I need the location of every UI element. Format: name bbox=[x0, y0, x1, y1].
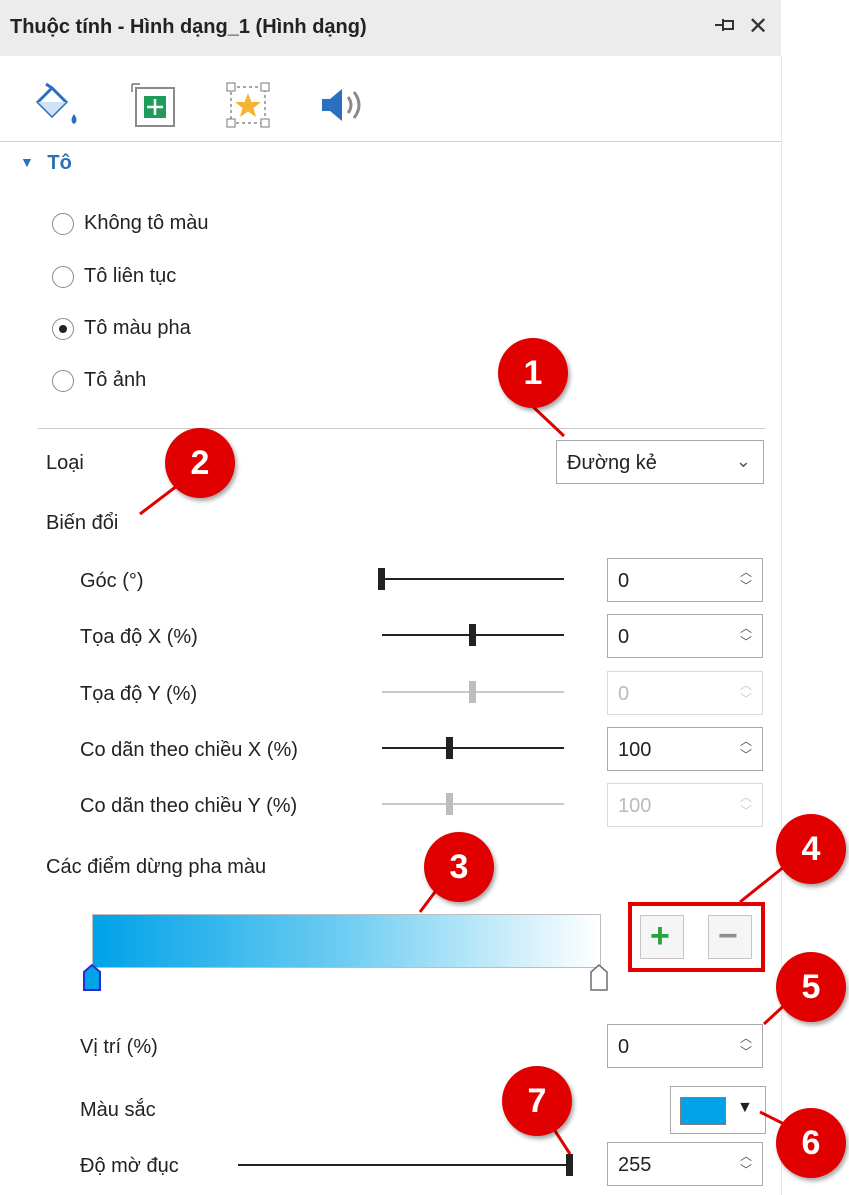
radio-no-fill[interactable] bbox=[52, 213, 74, 235]
radio-gradient-fill[interactable] bbox=[52, 318, 74, 340]
color-label: Màu sắc bbox=[80, 1099, 156, 1121]
radio-label-no-fill[interactable]: Không tô màu bbox=[84, 212, 209, 235]
dropdown-arrow-icon: ▼ bbox=[737, 1099, 753, 1116]
color-swatch bbox=[680, 1097, 726, 1125]
angle-value[interactable]: 0 bbox=[618, 570, 629, 593]
angle-spinbox[interactable]: 0 ︿ ﹀ bbox=[607, 558, 763, 602]
scale-x-slider-thumb[interactable] bbox=[446, 737, 453, 759]
scale-y-label: Co dãn theo chiều Y (%) bbox=[80, 795, 298, 817]
star-effect-icon bbox=[226, 82, 270, 128]
section-separator bbox=[38, 428, 765, 429]
y-coord-value: 0 bbox=[618, 683, 630, 705]
callout-badge-2: 2 bbox=[165, 428, 235, 498]
gradient-stops-label: Các điểm dừng pha màu bbox=[46, 856, 267, 878]
angle-slider-thumb[interactable] bbox=[378, 568, 385, 590]
add-remove-stop-group: + − bbox=[628, 902, 765, 972]
add-stop-button[interactable]: + bbox=[640, 915, 684, 959]
position-value[interactable]: 0 bbox=[618, 1036, 629, 1059]
x-coord-label: Tọa độ X (%) bbox=[80, 626, 198, 648]
position-label: Vị trí (%) bbox=[80, 1036, 158, 1058]
chevron-down-icon: ⌄ bbox=[735, 451, 751, 471]
paint-bucket-icon bbox=[35, 82, 77, 124]
tab-effects[interactable] bbox=[222, 80, 274, 130]
transform-label: Biến đổi bbox=[46, 512, 119, 534]
radio-label-picture-fill[interactable]: Tô ảnh bbox=[84, 369, 146, 392]
tab-sound[interactable] bbox=[316, 80, 368, 130]
angle-slider-track[interactable] bbox=[382, 578, 564, 580]
panel-title: Thuộc tính - Hình dạng_1 (Hình dạng) bbox=[10, 16, 367, 38]
scale-y-spinbox: 100 ︿ ﹀ bbox=[607, 783, 763, 827]
radio-circle[interactable] bbox=[52, 370, 74, 392]
spin-arrows-icon: ︿ ﹀ bbox=[739, 790, 752, 818]
callout-badge-4: 4 bbox=[776, 814, 846, 884]
scale-y-slider-thumb bbox=[446, 793, 453, 815]
spin-arrows-icon[interactable]: ︿ ﹀ bbox=[740, 734, 752, 762]
scale-x-label: Co dãn theo chiều X (%) bbox=[80, 739, 298, 761]
tab-fill[interactable] bbox=[30, 80, 86, 130]
angle-label: Góc (°) bbox=[80, 570, 144, 592]
spin-arrows-icon: ︿ ﹀ bbox=[739, 678, 752, 706]
spin-arrows-icon[interactable]: ︿ ﹀ bbox=[740, 1149, 752, 1177]
color-picker-button[interactable]: ▼ bbox=[670, 1086, 766, 1134]
opacity-value[interactable]: 255 bbox=[618, 1154, 651, 1177]
gradient-stop-end-handle[interactable] bbox=[589, 964, 609, 992]
opacity-slider-track[interactable] bbox=[238, 1164, 572, 1166]
callout-badge-1: 1 bbox=[498, 338, 568, 408]
fill-section-header[interactable]: ▼ Tô bbox=[20, 152, 72, 175]
radio-solid-fill[interactable] bbox=[52, 266, 74, 288]
callout-badge-3: 3 bbox=[424, 832, 494, 902]
callout-badge-7: 7 bbox=[502, 1066, 572, 1136]
x-coord-slider-thumb[interactable] bbox=[469, 624, 476, 646]
gradient-type-value: Đường kẻ bbox=[567, 452, 657, 474]
radio-circle[interactable] bbox=[52, 266, 74, 288]
close-button[interactable]: ✕ bbox=[748, 12, 768, 41]
remove-stop-button[interactable]: − bbox=[708, 915, 752, 959]
opacity-label: Độ mờ đục bbox=[80, 1155, 179, 1177]
radio-circle-selected[interactable] bbox=[52, 318, 74, 340]
gradient-type-dropdown[interactable]: Đường kẻ ⌄ bbox=[556, 440, 764, 484]
spin-arrows-icon[interactable]: ︿ ﹀ bbox=[740, 565, 752, 593]
move-size-icon bbox=[131, 83, 175, 127]
y-coord-slider-thumb bbox=[469, 681, 476, 703]
scale-x-spinbox[interactable]: 100 ︿ ﹀ bbox=[607, 727, 763, 771]
callout-badge-5: 5 bbox=[776, 952, 846, 1022]
x-coord-value[interactable]: 0 bbox=[618, 626, 629, 649]
scale-x-slider-track[interactable] bbox=[382, 747, 564, 749]
spin-arrows-icon[interactable]: ︿ ﹀ bbox=[740, 1031, 752, 1059]
tab-divider bbox=[0, 141, 781, 142]
minus-icon: − bbox=[718, 917, 738, 955]
scale-y-value: 100 bbox=[618, 795, 652, 817]
x-coord-spinbox[interactable]: 0 ︿ ﹀ bbox=[607, 614, 763, 658]
pin-icon[interactable] bbox=[713, 14, 739, 42]
callout-badge-6: 6 bbox=[776, 1108, 846, 1178]
tab-layout[interactable] bbox=[128, 80, 180, 130]
spin-arrows-icon[interactable]: ︿ ﹀ bbox=[740, 621, 752, 649]
scale-y-slider-track bbox=[382, 803, 564, 805]
gradient-stop-start-handle[interactable] bbox=[82, 963, 102, 992]
opacity-spinbox[interactable]: 255 ︿ ﹀ bbox=[607, 1142, 763, 1186]
gradient-preview-bar[interactable] bbox=[92, 914, 601, 968]
y-coord-spinbox: 0 ︿ ﹀ bbox=[607, 671, 763, 715]
type-label: Loại bbox=[46, 452, 84, 474]
collapse-triangle-icon: ▼ bbox=[20, 154, 34, 170]
fill-section-title: Tô bbox=[47, 152, 72, 174]
radio-circle[interactable] bbox=[52, 213, 74, 235]
speaker-sound-icon bbox=[322, 89, 361, 121]
y-coord-label: Tọa độ Y (%) bbox=[80, 683, 198, 705]
plus-icon: + bbox=[650, 917, 670, 955]
opacity-slider-thumb[interactable] bbox=[566, 1154, 573, 1176]
radio-label-gradient-fill[interactable]: Tô màu pha bbox=[84, 317, 191, 340]
scale-x-value[interactable]: 100 bbox=[618, 739, 651, 762]
radio-label-solid-fill[interactable]: Tô liên tục bbox=[84, 265, 176, 288]
radio-picture-fill[interactable] bbox=[52, 370, 74, 392]
position-spinbox[interactable]: 0 ︿ ﹀ bbox=[607, 1024, 763, 1068]
